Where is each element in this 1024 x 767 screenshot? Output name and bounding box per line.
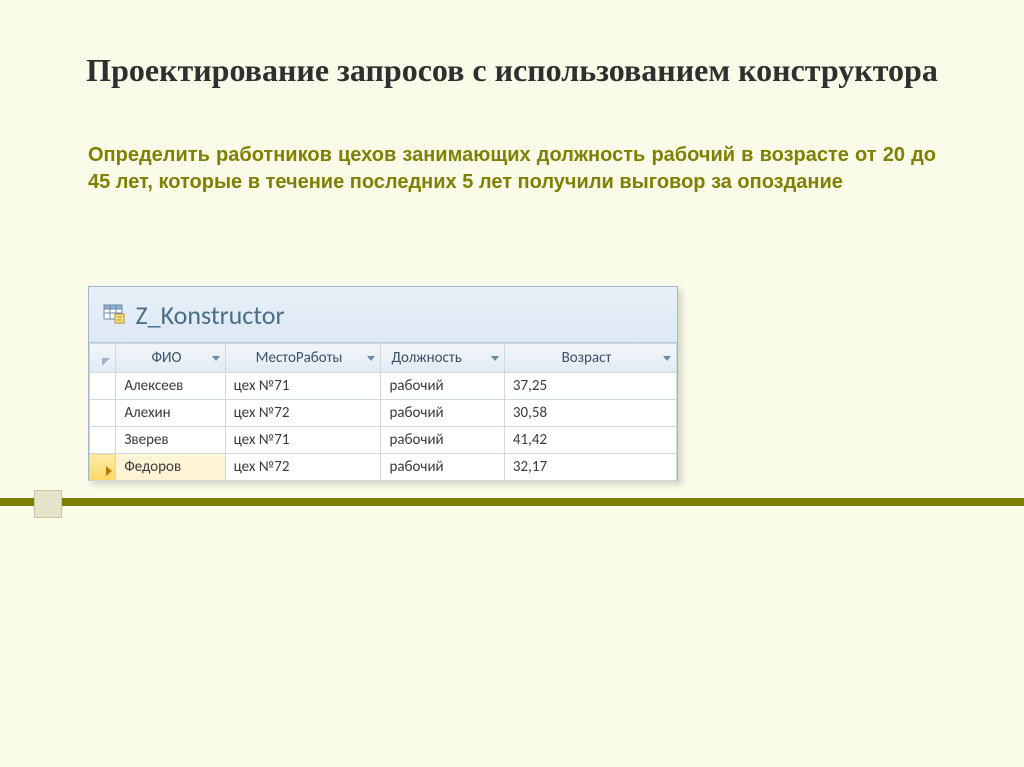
datasheet-tab-label: Z_Konstructor: [135, 299, 284, 331]
datasheet-table: ФИО МестоРаботы Должность: [89, 343, 677, 481]
slide-subtitle: Определить работников цехов занимающих д…: [88, 142, 936, 196]
column-header-mesto[interactable]: МестоРаботы: [225, 344, 381, 373]
cell-dolzh[interactable]: рабочий: [381, 400, 504, 427]
slide: Проектирование запросов с использованием…: [0, 0, 1024, 767]
cell-mesto[interactable]: цех №71: [225, 427, 381, 454]
table-row[interactable]: Алексеев цех №71 рабочий 37,25: [90, 373, 677, 400]
select-all-corner[interactable]: [90, 344, 116, 373]
row-selector[interactable]: [90, 400, 116, 427]
dropdown-icon: [662, 353, 672, 363]
row-selector[interactable]: [90, 373, 116, 400]
datasheet-window: Z_Konstructor ФИО: [88, 286, 678, 481]
cell-fio[interactable]: Федоров: [116, 454, 225, 481]
decorative-band: [0, 498, 1024, 506]
column-header-dolzh[interactable]: Должность: [381, 344, 504, 373]
table-header-row: ФИО МестоРаботы Должность: [90, 344, 677, 373]
column-header-vozr[interactable]: Возраст: [504, 344, 676, 373]
query-icon: [103, 302, 125, 329]
row-selector[interactable]: [90, 454, 116, 481]
column-header-label: Должность: [391, 349, 461, 367]
dropdown-icon: [211, 353, 221, 363]
slide-title: Проектирование запросов с использованием…: [0, 0, 1024, 112]
datasheet-tab[interactable]: Z_Konstructor: [89, 287, 677, 343]
table-row[interactable]: Федоров цех №72 рабочий 32,17: [90, 454, 677, 481]
dropdown-icon: [490, 353, 500, 363]
dropdown-icon: [366, 353, 376, 363]
cell-dolzh[interactable]: рабочий: [381, 454, 504, 481]
cell-vozr[interactable]: 41,42: [504, 427, 676, 454]
column-header-label: ФИО: [151, 349, 181, 367]
cell-vozr[interactable]: 30,58: [504, 400, 676, 427]
table-row[interactable]: Зверев цех №71 рабочий 41,42: [90, 427, 677, 454]
cell-mesto[interactable]: цех №71: [225, 373, 381, 400]
cell-fio[interactable]: Алехин: [116, 400, 225, 427]
table-row[interactable]: Алехин цех №72 рабочий 30,58: [90, 400, 677, 427]
cell-fio[interactable]: Зверев: [116, 427, 225, 454]
column-header-label: МестоРаботы: [256, 349, 343, 367]
row-selector[interactable]: [90, 427, 116, 454]
cell-dolzh[interactable]: рабочий: [381, 373, 504, 400]
cell-vozr[interactable]: 32,17: [504, 454, 676, 481]
cell-mesto[interactable]: цех №72: [225, 400, 381, 427]
cell-dolzh[interactable]: рабочий: [381, 427, 504, 454]
cell-vozr[interactable]: 37,25: [504, 373, 676, 400]
cell-mesto[interactable]: цех №72: [225, 454, 381, 481]
cell-fio[interactable]: Алексеев: [116, 373, 225, 400]
column-header-fio[interactable]: ФИО: [116, 344, 225, 373]
column-header-label: Возраст: [562, 349, 612, 367]
decorative-square: [34, 490, 62, 518]
